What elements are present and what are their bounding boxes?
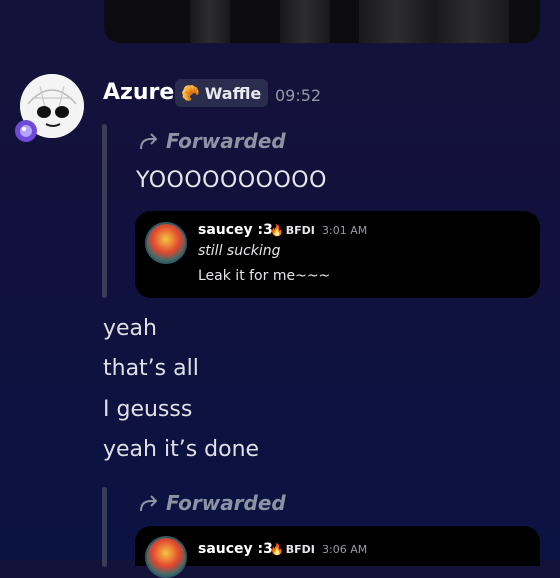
forwarded-embed[interactable]: saucey :3 🔥 BFDI 3:01 AM still sucking L… [135,211,540,298]
embed-avatar[interactable] [145,222,187,264]
message-timestamp[interactable]: 09:52 [275,86,321,105]
fire-icon: 🔥 [270,543,284,556]
forwarded-label: Forwarded [138,491,286,515]
embed-timestamp: 3:06 AM [322,543,368,556]
forward-bar [102,487,107,567]
fire-icon: 🔥 [270,224,284,237]
embed-guild-tag[interactable]: 🔥 BFDI [270,224,315,237]
author-name[interactable]: Azure [103,80,174,105]
forwarded-embed[interactable]: saucey :3 🔥 BFDI 3:06 AM [135,526,540,578]
embed-line-2: Leak it for me~~~ [198,268,331,284]
guild-tag[interactable]: 🥐 Waffle [175,79,269,107]
purple-gem-icon [13,118,39,144]
forwarded-label: Forwarded [138,129,286,153]
message-line: I geusss [103,397,193,422]
message-line: that’s all [103,356,199,381]
embed-guild-tag-label: BFDI [285,224,315,237]
previous-media-embed[interactable] [104,0,540,43]
forwarded-text: Forwarded [166,129,286,153]
embed-timestamp: 3:01 AM [322,224,368,237]
forwarded-text: Forwarded [166,491,286,515]
guild-tag-label: Waffle [204,83,262,103]
embed-guild-tag[interactable]: 🔥 BFDI [270,543,315,556]
embed-avatar[interactable] [145,536,187,578]
message-line: yeah [103,316,157,341]
embed-author[interactable]: saucey :3 [198,222,273,238]
forward-bar [102,124,107,298]
message-line: yeah it’s done [103,437,260,462]
forward-arrow-icon [140,495,158,512]
forward-arrow-icon [140,133,158,150]
embed-guild-tag-label: BFDI [285,543,315,556]
forwarded-message: YOOOOOOOOOO [136,168,327,193]
croissant-icon: 🥐 [181,84,200,102]
embed-line-1: still sucking [198,243,281,259]
embed-author[interactable]: saucey :3 [198,541,273,557]
